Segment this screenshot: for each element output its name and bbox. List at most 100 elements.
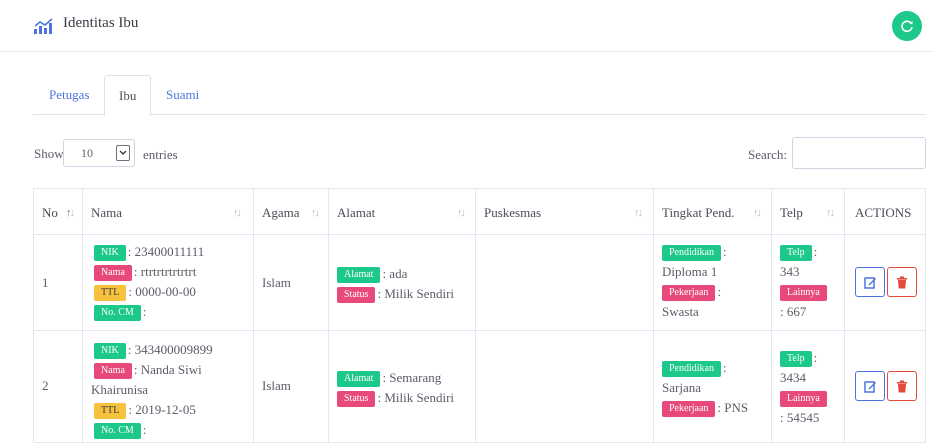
table-row: 1 NIK: 23400011111 Nama: rtrtrtrtrtrtrt … xyxy=(33,235,926,331)
sort-icon: ↑↓ xyxy=(634,207,643,219)
refresh-button[interactable] xyxy=(892,11,922,41)
search-input[interactable] xyxy=(792,137,926,169)
show-label: Show xyxy=(34,146,64,161)
refresh-icon xyxy=(901,20,913,33)
alamat-value: : Semarang xyxy=(382,370,442,385)
telp-value: 343 xyxy=(780,264,800,279)
trash-icon xyxy=(897,276,907,288)
status-line: Status: Milik Sendiri xyxy=(337,285,455,304)
entries-value: 10 xyxy=(81,146,93,160)
table-row: 2 NIK: 343400009899 Nama: Nanda Siwi Kha… xyxy=(33,331,926,443)
pendidikan-value: Diploma 1 xyxy=(662,264,718,279)
page-title: Identitas Ibu xyxy=(63,15,139,31)
th-nama[interactable]: Nama ↑↓ xyxy=(82,189,253,234)
pekerjaan-badge: Pekerjaan xyxy=(662,285,716,302)
ttl-line: TTL: 0000-00-00 xyxy=(94,283,196,302)
nocm-line: No. CM: xyxy=(94,303,147,322)
sort-icon: ↑↓ xyxy=(311,207,320,219)
th-no[interactable]: No ↑↓ xyxy=(33,189,82,234)
alamat-value: : ada xyxy=(382,266,408,281)
lainnya-badge: Lainnya xyxy=(780,285,827,302)
nama-line: Nama: rtrtrtrtrtrtrt xyxy=(94,263,196,282)
lainnya-line: Lainnya xyxy=(780,389,829,408)
nik-badge: NIK xyxy=(94,343,126,360)
search-label: Search: xyxy=(748,147,787,162)
edit-icon xyxy=(863,380,876,393)
sort-icon: ↑↓ xyxy=(457,207,466,219)
delete-button[interactable] xyxy=(887,267,917,297)
th-puskesmas[interactable]: Puskesmas ↑↓ xyxy=(475,189,653,234)
nocm-value: : xyxy=(142,422,147,437)
nama-badge: Nama xyxy=(94,363,132,380)
delete-button[interactable] xyxy=(887,371,917,401)
tab-bar: Petugas Ibu Suami xyxy=(33,75,926,116)
ttl-value: : 2019-12-05 xyxy=(128,402,196,417)
pekerjaan-line: Pekerjaan: PNS xyxy=(662,399,749,418)
th-agama[interactable]: Agama ↑↓ xyxy=(253,189,328,234)
table-header-row: No ↑↓ Nama ↑↓ Agama ↑↓ Alamat ↑↓ Puskesm… xyxy=(33,189,926,235)
nama-value: : Nanda Siwi xyxy=(133,362,202,377)
lainnya-value: : 667 xyxy=(780,304,807,319)
nik-value: : 343400009899 xyxy=(127,342,213,357)
pendidikan-value: Sarjana xyxy=(662,380,701,395)
chevron-down-icon xyxy=(116,145,130,161)
tab-petugas[interactable]: Petugas xyxy=(35,75,103,115)
pekerjaan-line: Pekerjaan: xyxy=(662,283,721,302)
row-no: 2 xyxy=(42,378,49,393)
agama-value: Islam xyxy=(262,275,291,290)
ttl-value: : 0000-00-00 xyxy=(128,284,196,299)
edit-button[interactable] xyxy=(855,267,885,297)
ttl-badge: TTL xyxy=(94,285,127,302)
nik-value: : 23400011111 xyxy=(127,244,205,259)
telp-line: Telp: xyxy=(780,243,817,262)
trash-icon xyxy=(897,380,907,392)
status-value: : Milik Sendiri xyxy=(377,390,455,405)
nama-badge: Nama xyxy=(94,265,132,282)
agama-value: Islam xyxy=(262,378,291,393)
tab-ibu[interactable]: Ibu xyxy=(104,75,152,116)
nocm-line: No. CM: xyxy=(94,421,147,440)
status-badge: Status xyxy=(337,391,376,408)
telp-value: 3434 xyxy=(780,370,806,385)
th-alamat[interactable]: Alamat ↑↓ xyxy=(328,189,475,234)
status-line: Status: Milik Sendiri xyxy=(337,389,455,408)
entries-select[interactable]: 10 xyxy=(63,139,135,167)
lainnya-badge: Lainnya xyxy=(780,391,827,408)
telp-line: Telp: xyxy=(780,349,817,368)
lainnya-value: : 54545 xyxy=(780,410,820,425)
nama-line: Nama: Nanda Siwi xyxy=(94,361,202,380)
sort-icon: ↑↓ xyxy=(753,207,762,219)
tab-suami[interactable]: Suami xyxy=(152,75,213,115)
nama-value-cont: Khairunisa xyxy=(91,382,149,397)
page-header: Identitas Ibu xyxy=(0,0,933,52)
row-no: 1 xyxy=(42,275,49,290)
chart-line-icon xyxy=(34,18,53,34)
status-value: : Milik Sendiri xyxy=(377,286,455,301)
alamat-line: Alamat: Semarang xyxy=(337,369,442,388)
th-tingkat-pend[interactable]: Tingkat Pend. ↑↓ xyxy=(653,189,771,234)
telp-badge: Telp xyxy=(780,351,812,368)
pendidikan-badge: Pendidikan xyxy=(662,245,721,262)
ttl-line: TTL: 2019-12-05 xyxy=(94,401,196,420)
pekerjaan-value: Swasta xyxy=(662,304,699,319)
ttl-badge: TTL xyxy=(94,403,127,420)
nocm-badge: No. CM xyxy=(94,305,141,322)
pekerjaan-value: : PNS xyxy=(717,400,749,415)
lainnya-line: Lainnya xyxy=(780,283,829,302)
entries-label: entries xyxy=(143,147,178,162)
status-badge: Status xyxy=(337,287,376,304)
th-telp[interactable]: Telp ↑↓ xyxy=(771,189,844,234)
th-actions: ACTIONS xyxy=(844,189,926,234)
alamat-line: Alamat: ada xyxy=(337,265,408,284)
alamat-badge: Alamat xyxy=(337,371,381,388)
edit-icon xyxy=(863,276,876,289)
sort-icon: ↑↓ xyxy=(233,207,242,219)
nocm-value: : xyxy=(142,304,147,319)
nocm-badge: No. CM xyxy=(94,423,141,440)
edit-button[interactable] xyxy=(855,371,885,401)
pendidikan-badge: Pendidikan xyxy=(662,361,721,378)
sort-icon: ↑↓ xyxy=(66,207,75,219)
pekerjaan-badge: Pekerjaan xyxy=(662,401,716,418)
nik-line: NIK: 343400009899 xyxy=(94,341,213,360)
nik-line: NIK: 23400011111 xyxy=(94,243,205,262)
